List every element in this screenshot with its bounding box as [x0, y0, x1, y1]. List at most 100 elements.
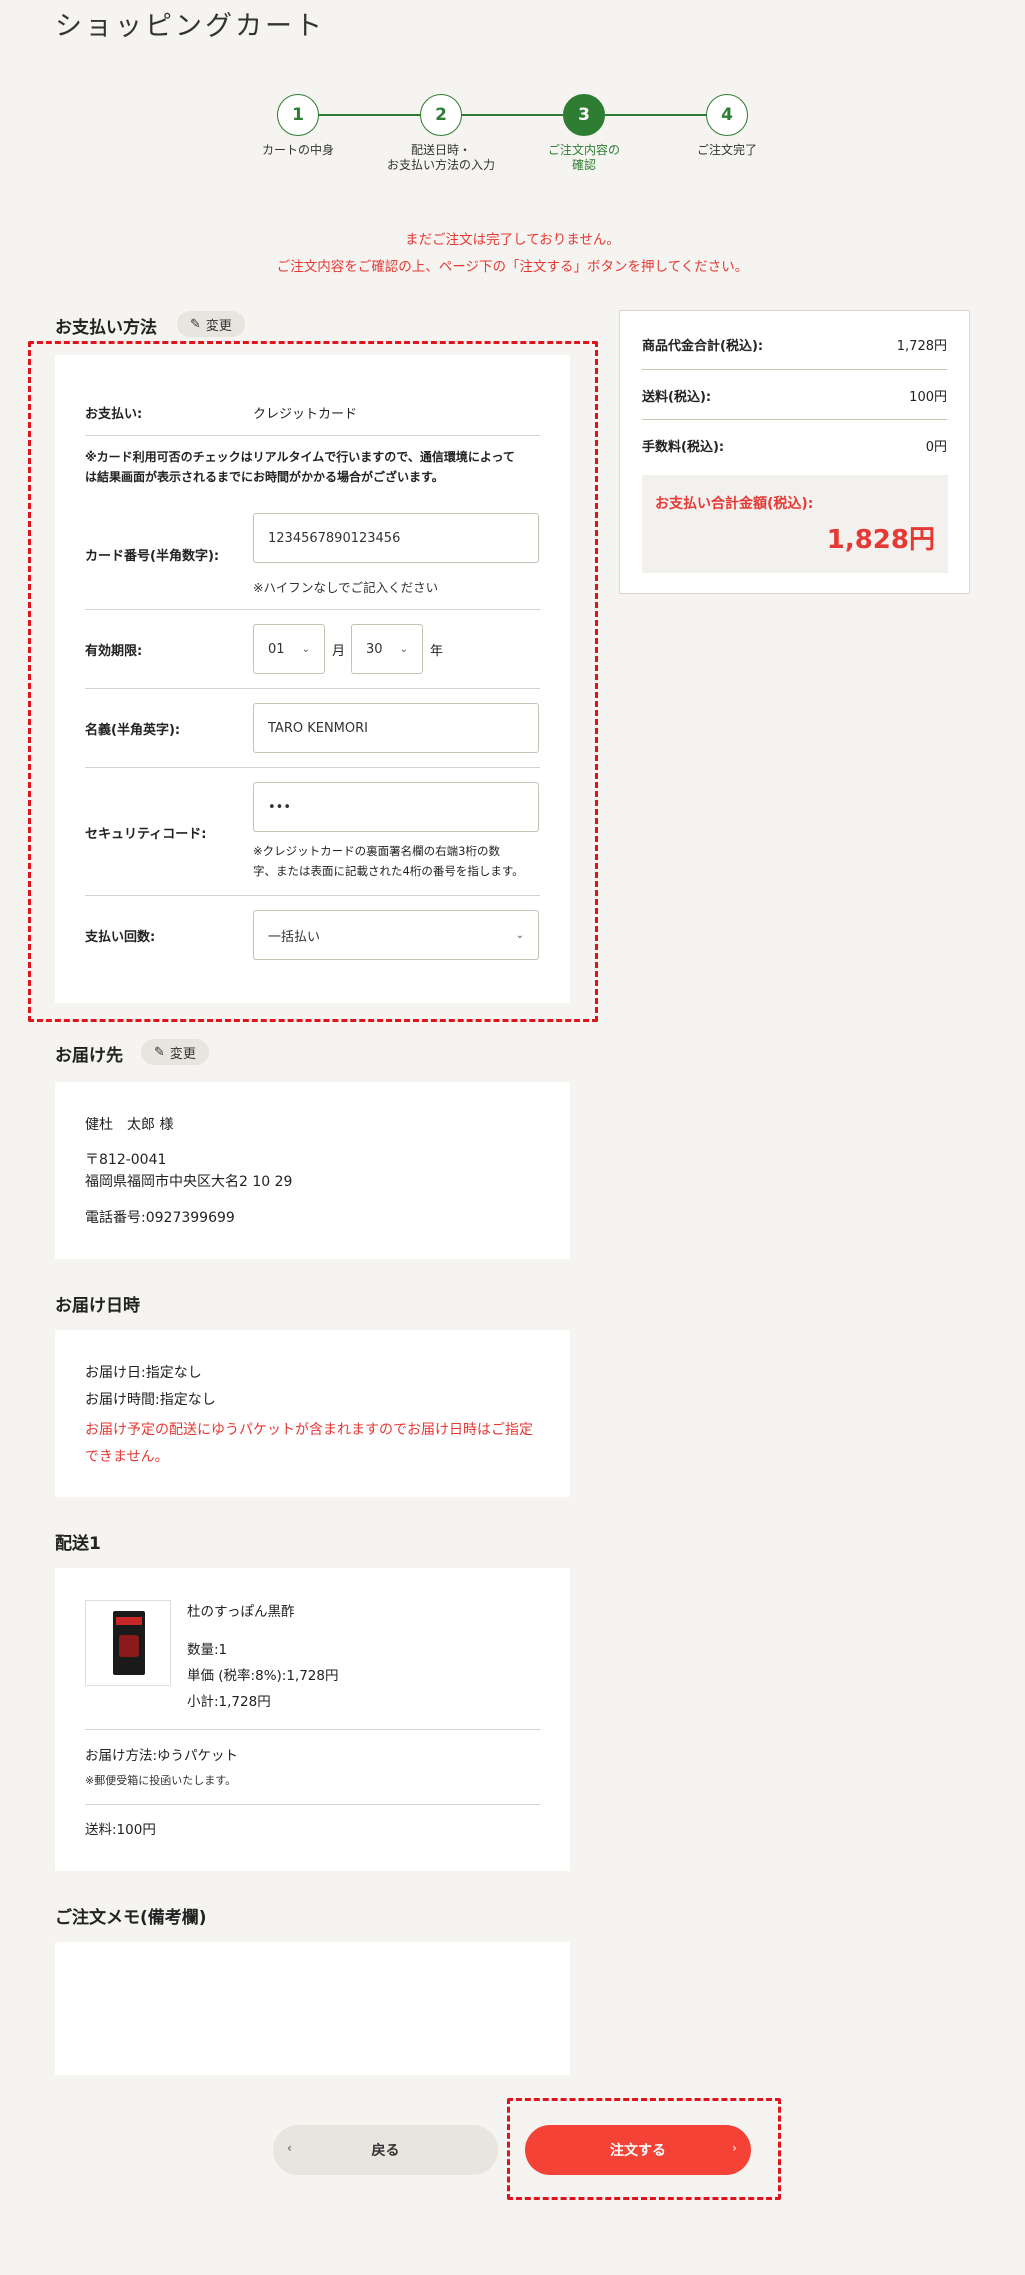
card-number-note: ※ハイフンなしでご記入ください — [253, 580, 439, 595]
order-button[interactable]: 注文する › — [525, 2125, 751, 2175]
address-change-label: 変更 — [169, 1046, 196, 1062]
security-code-note: ※クレジットカードの裏面署名欄の右端3桁の数 字、または表面に記載された4桁の番… — [253, 844, 524, 878]
expiry-year-select[interactable]: 30 ⌄ — [351, 624, 423, 674]
expiry-year-value: 30 — [366, 641, 383, 657]
card-name-input[interactable]: TARO KENMORI — [253, 703, 539, 753]
card-number-value: 1234567890123456 — [268, 530, 401, 546]
chevron-right-icon: › — [732, 2141, 737, 2155]
payment-change-button[interactable]: ✎ 変更 — [177, 311, 245, 337]
year-unit: 年 — [430, 644, 444, 659]
product-name: 杜のすっぽん黒酢 — [187, 1604, 295, 1620]
shipment-shipping-fee: 送料:100円 — [85, 1822, 156, 1838]
step-2-label: 配送日時・ お支払い方法の入力 — [386, 143, 495, 172]
address-line: 福岡県福岡市中央区大名2 10 29 — [85, 1174, 293, 1190]
fee-label: 手数料(税込): — [642, 440, 725, 455]
divider — [85, 1804, 540, 1805]
product-image — [85, 1600, 171, 1686]
back-button[interactable]: ‹ 戻る — [273, 2125, 498, 2175]
total-box: お支払い合計金額(税込): 1,828円 — [642, 475, 948, 573]
card-name-value: TARO KENMORI — [268, 720, 369, 736]
phone-number: 電話番号:0927399699 — [85, 1210, 235, 1226]
delivery-date-title: お届け日時 — [55, 1296, 140, 1316]
step-2-circle: 2 — [420, 94, 462, 136]
delivery-date-warning: お届け予定の配送にゆうパケットが含まれますのでお届け日時はご指定 できません。 — [85, 1422, 533, 1465]
payment-section-title: お支払い方法 — [55, 318, 157, 338]
shipment-panel: 杜のすっぽん黒酢 数量:1 単価 (税率:8%):1,728円 小計:1,728… — [55, 1568, 570, 1871]
total-value: 1,828円 — [826, 525, 935, 555]
delivery-address-panel: 健杜 太郎 様 〒812-0041 福岡県福岡市中央区大名2 10 29 電話番… — [55, 1082, 570, 1259]
divider — [85, 609, 540, 610]
card-name-label: 名義(半角英字): — [85, 723, 181, 738]
payment-method-label: お支払い: — [85, 407, 143, 422]
step-4-number: 4 — [721, 105, 733, 125]
step-1-number: 1 — [292, 105, 304, 125]
month-unit: 月 — [332, 644, 346, 659]
realtime-check-note: ※カード利用可否のチェックはリアルタイムで行いますので、通信環境によって は結果… — [85, 450, 515, 484]
divider — [85, 895, 540, 896]
divider — [85, 688, 540, 689]
step-3-circle: 3 — [563, 94, 605, 136]
security-code-input[interactable]: ••• — [253, 782, 539, 832]
chevron-down-icon: ⌄ — [301, 643, 310, 655]
product-quantity: 数量:1 — [187, 1642, 228, 1658]
expiry-month-select[interactable]: 01 ⌄ — [253, 624, 325, 674]
shipping-value: 100円 — [909, 390, 947, 405]
order-label: 注文する — [610, 2143, 666, 2159]
order-confirm-instruction: ご注文内容をご確認の上、ページ下の「注文する」ボタンを押してください。 — [276, 259, 749, 275]
pencil-icon: ✎ — [190, 316, 201, 332]
product-unit-price: 単価 (税率:8%):1,728円 — [187, 1668, 339, 1684]
installments-select[interactable]: 一括払い ⌄ — [253, 910, 539, 960]
security-code-value: ••• — [268, 799, 292, 815]
shipment-title: 配送1 — [55, 1534, 101, 1554]
step-1-circle: 1 — [277, 94, 319, 136]
security-code-label: セキュリティコード: — [85, 827, 207, 842]
payment-panel: お支払い: クレジットカード ※カード利用可否のチェックはリアルタイムで行います… — [55, 355, 570, 1003]
step-connector — [298, 114, 735, 116]
order-incomplete-warning: まだご注文は完了しておりません。 — [405, 232, 620, 248]
postal-code: 〒812-0041 — [85, 1152, 167, 1168]
subtotal-value: 1,728円 — [896, 339, 947, 354]
installments-label: 支払い回数: — [85, 930, 156, 945]
delivery-address-title: お届け先 — [55, 1046, 123, 1066]
product-package-icon — [113, 1611, 145, 1675]
divider — [642, 369, 947, 370]
chevron-left-icon: ‹ — [287, 2141, 292, 2155]
subtotal-label: 商品代金合計(税込): — [642, 339, 764, 354]
installments-value: 一括払い — [268, 929, 321, 945]
divider — [85, 435, 540, 436]
divider — [85, 767, 540, 768]
product-subtotal: 小計:1,728円 — [187, 1694, 271, 1710]
divider — [85, 1729, 540, 1730]
step-3-label: ご注文内容の 確認 — [547, 143, 620, 172]
step-4-label: ご注文完了 — [696, 143, 757, 157]
step-1-label: カートの中身 — [261, 143, 334, 157]
expiry-label: 有効期限: — [85, 644, 143, 659]
order-summary-panel: 商品代金合計(税込): 1,728円 送料(税込): 100円 手数料(税込):… — [619, 310, 970, 594]
recipient-name: 健杜 太郎 様 — [85, 1117, 174, 1133]
card-number-input[interactable]: 1234567890123456 — [253, 513, 539, 563]
expiry-month-value: 01 — [268, 641, 285, 657]
memo-title: ご注文メモ(備考欄) — [55, 1908, 207, 1928]
chevron-down-icon: ⌄ — [515, 929, 524, 941]
payment-method-value: クレジットカード — [253, 407, 358, 422]
back-label: 戻る — [371, 2143, 400, 2159]
card-number-label: カード番号(半角数字): — [85, 549, 220, 564]
delivery-date-panel: お届け日:指定なし お届け時間:指定なし お届け予定の配送にゆうパケットが含まれ… — [55, 1330, 570, 1497]
checkout-stepper: 1 2 3 4 カートの中身 配送日時・ お支払い方法の入力 ご注文内容の 確認… — [0, 0, 1025, 180]
chevron-down-icon: ⌄ — [399, 643, 408, 655]
memo-textarea[interactable] — [55, 1942, 570, 2075]
pencil-icon: ✎ — [154, 1044, 165, 1060]
fee-value: 0円 — [925, 440, 947, 455]
address-change-button[interactable]: ✎ 変更 — [141, 1039, 209, 1065]
delivery-method-note: ※郵便受箱に投函いたします。 — [85, 1774, 237, 1787]
step-4-circle: 4 — [706, 94, 748, 136]
delivery-time-value: お届け時間:指定なし — [85, 1392, 216, 1408]
payment-change-label: 変更 — [205, 318, 232, 334]
step-2-number: 2 — [435, 105, 447, 125]
delivery-method: お届け方法:ゆうパケット — [85, 1748, 239, 1764]
shipping-label: 送料(税込): — [642, 390, 712, 405]
divider — [642, 419, 947, 420]
delivery-date-value: お届け日:指定なし — [85, 1365, 202, 1381]
total-label: お支払い合計金額(税込): — [655, 496, 814, 512]
step-3-number: 3 — [578, 105, 590, 125]
